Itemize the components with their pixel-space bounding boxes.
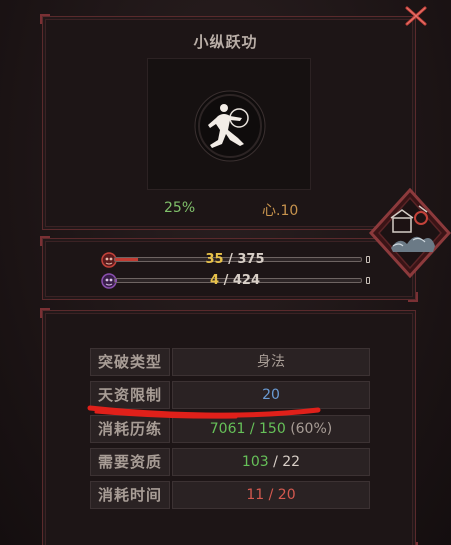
close-button[interactable] (404, 5, 428, 27)
info-row-breakthrough-type: 突破类型 身法 (90, 348, 370, 376)
info-row-experience-cost: 消耗历练 7061 / 150 (60%) (90, 415, 370, 443)
mp-bar-row: 4 / 424 (100, 272, 370, 290)
breakthrough-type-label: 突破类型 (90, 348, 170, 376)
hp-max: 375 (237, 252, 265, 267)
progress-text: 25% (164, 200, 196, 216)
mp-current: 4 (210, 273, 220, 288)
talent-limit-label: 天资限制 (90, 381, 170, 409)
hp-current: 35 (205, 252, 224, 267)
landscape-emblem-icon[interactable] (369, 188, 451, 278)
required-talent-current: 103 (241, 454, 269, 470)
info-row-time-cost: 消耗时间 11 / 20 (90, 481, 370, 509)
time-cost-label: 消耗时间 (90, 481, 170, 509)
skill-title: 小纵跃功 (193, 33, 258, 51)
mp-separator: / (219, 273, 233, 288)
mind-requirement: 心.10 (262, 203, 299, 219)
hp-bar-row: 35 / 375 (100, 251, 370, 269)
info-row-required-talent: 需要资质 103 / 22 (90, 448, 370, 476)
hp-bar-text: 35 / 375 (75, 251, 395, 269)
talent-limit-value: 20 (172, 381, 370, 409)
experience-cost-amount: 7061 / 150 (209, 421, 286, 437)
mp-bar-text: 4 / 424 (75, 272, 395, 290)
experience-cost-percent: (60%) (290, 421, 333, 437)
time-cost-value: 11 / 20 (172, 481, 370, 509)
experience-cost-value: 7061 / 150 (60%) (172, 415, 370, 443)
required-talent-rest: / 22 (268, 454, 301, 470)
resource-panel (40, 236, 418, 302)
experience-cost-label: 消耗历练 (90, 415, 170, 443)
info-row-talent-limit: 天资限制 20 (90, 381, 370, 409)
mp-max: 424 (232, 273, 260, 288)
close-icon (405, 6, 427, 26)
breakthrough-type-value: 身法 (172, 348, 370, 376)
required-talent-label: 需要资质 (90, 448, 170, 476)
required-talent-value: 103 / 22 (172, 448, 370, 476)
martial-artist-icon[interactable] (194, 90, 266, 162)
hp-separator: / (223, 252, 238, 267)
